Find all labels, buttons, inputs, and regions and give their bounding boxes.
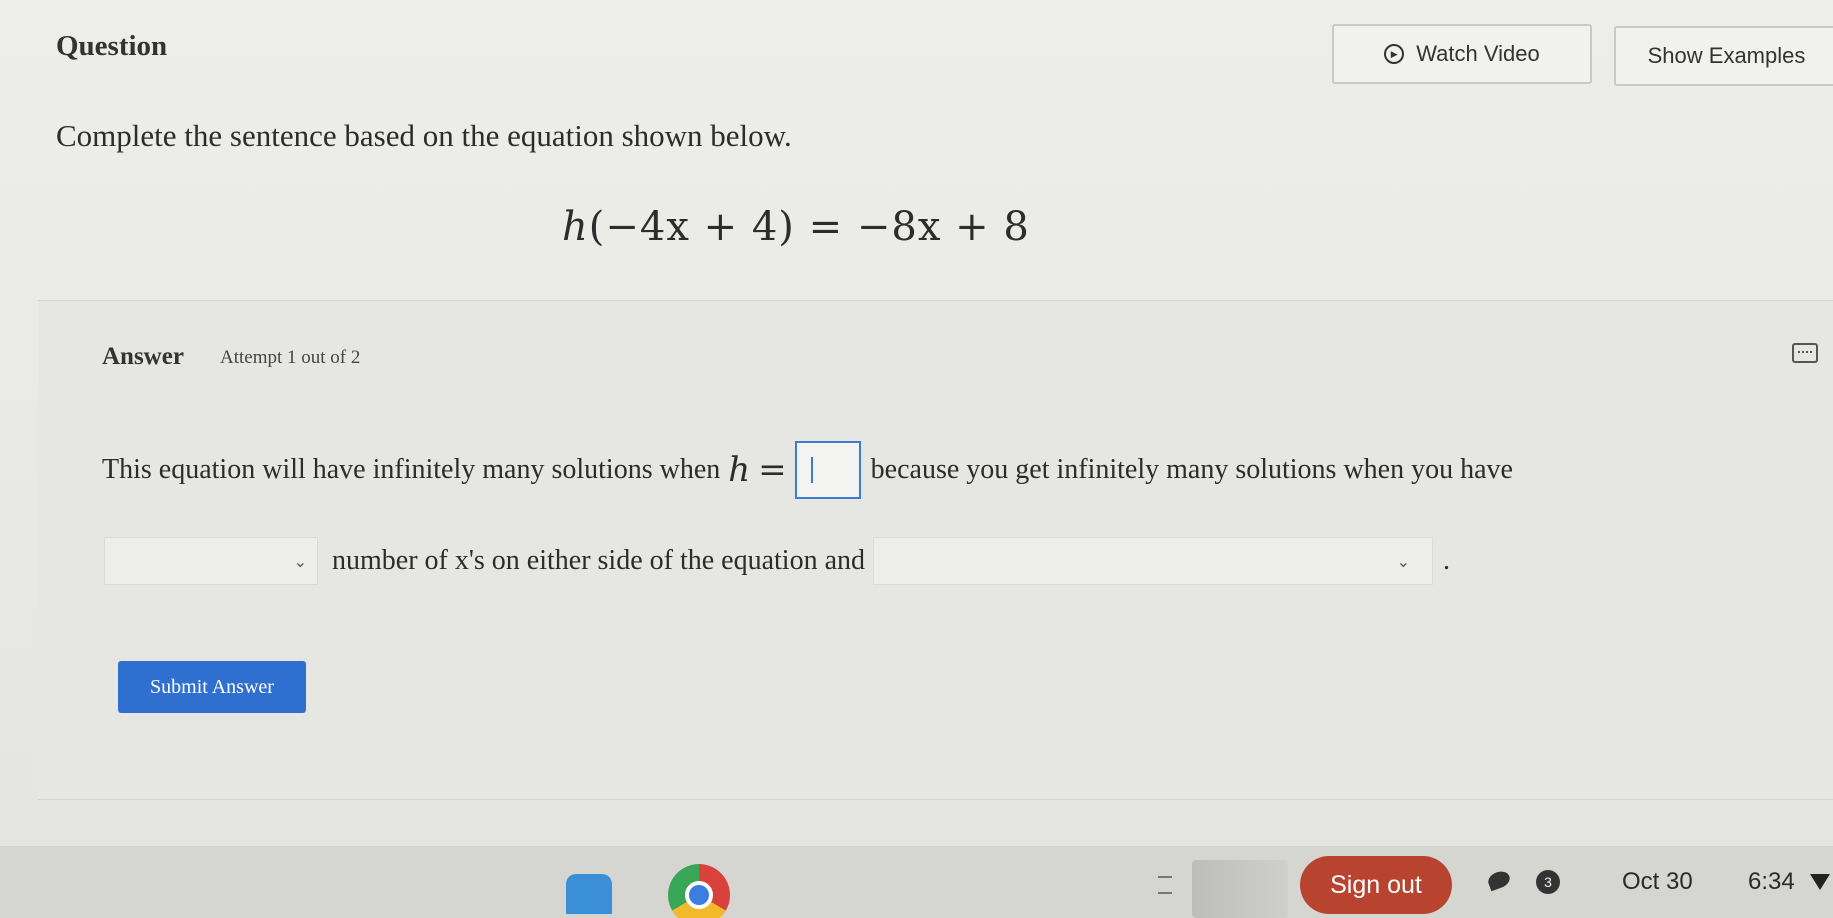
page: Question ▶ Watch Video Show Examples Com… [0, 0, 1833, 918]
sentence-line-1: This equation will have infinitely many … [102, 441, 1513, 499]
sentence-period: . [1443, 545, 1451, 576]
menu-lines-icon [1158, 876, 1172, 894]
tray-thumbnail[interactable] [1192, 860, 1288, 918]
chevron-down-icon: ⌄ [1396, 551, 1411, 571]
sign-out-button[interactable]: Sign out [1300, 856, 1452, 914]
sentence-part-1: This equation will have infinitely many … [102, 454, 721, 485]
taskbar-time[interactable]: 6:34 [1748, 868, 1795, 896]
mic-icon[interactable] [1485, 868, 1513, 892]
watch-video-label: Watch Video [1416, 41, 1540, 66]
equation: h(−4x + 4) = −8x + 8 [562, 204, 1030, 250]
equation-lhs: (−4x + 4) [588, 204, 795, 250]
equation-variable: h [562, 204, 589, 250]
constants-dropdown[interactable]: ⌄ [873, 537, 1434, 585]
wifi-icon[interactable] [1810, 874, 1830, 890]
taskbar: Sign out 3 Oct 30 6:34 [0, 846, 1833, 918]
equation-rhs: −8x + 8 [856, 204, 1030, 250]
chevron-down-icon: ⌄ [293, 551, 307, 571]
taskbar-date[interactable]: Oct 30 [1622, 868, 1693, 896]
watch-video-button[interactable]: ▶ Watch Video [1332, 24, 1592, 84]
question-title: Question [56, 30, 168, 62]
answer-panel: Answer Attempt 1 out of 2 This equation … [38, 300, 1833, 800]
keyboard-icon[interactable] [1792, 343, 1818, 363]
answer-label: Answer [102, 343, 184, 370]
sentence-part-2: because you get infinitely many solution… [870, 454, 1513, 485]
attempt-counter: Attempt 1 out of 2 [220, 347, 361, 368]
submit-answer-button[interactable]: Submit Answer [118, 661, 306, 713]
equation-equals: = [808, 204, 844, 250]
play-icon: ▶ [1384, 44, 1405, 64]
question-instruction: Complete the sentence based on the equat… [56, 118, 792, 153]
show-examples-button[interactable]: Show Examples [1614, 26, 1833, 86]
math-variable-h: h [728, 450, 751, 490]
video-call-icon[interactable] [566, 874, 612, 914]
notification-badge[interactable]: 3 [1536, 870, 1560, 894]
h-value-input[interactable] [794, 441, 861, 499]
sentence-part-3: number of x's on either side of the equa… [332, 545, 866, 576]
chrome-icon[interactable] [668, 864, 730, 918]
sentence-line-2: ⌄ number of x's on either side of the eq… [104, 537, 1450, 585]
math-equals: = [758, 450, 787, 490]
show-examples-label: Show Examples [1647, 43, 1806, 68]
x-count-dropdown[interactable]: ⌄ [104, 537, 318, 585]
